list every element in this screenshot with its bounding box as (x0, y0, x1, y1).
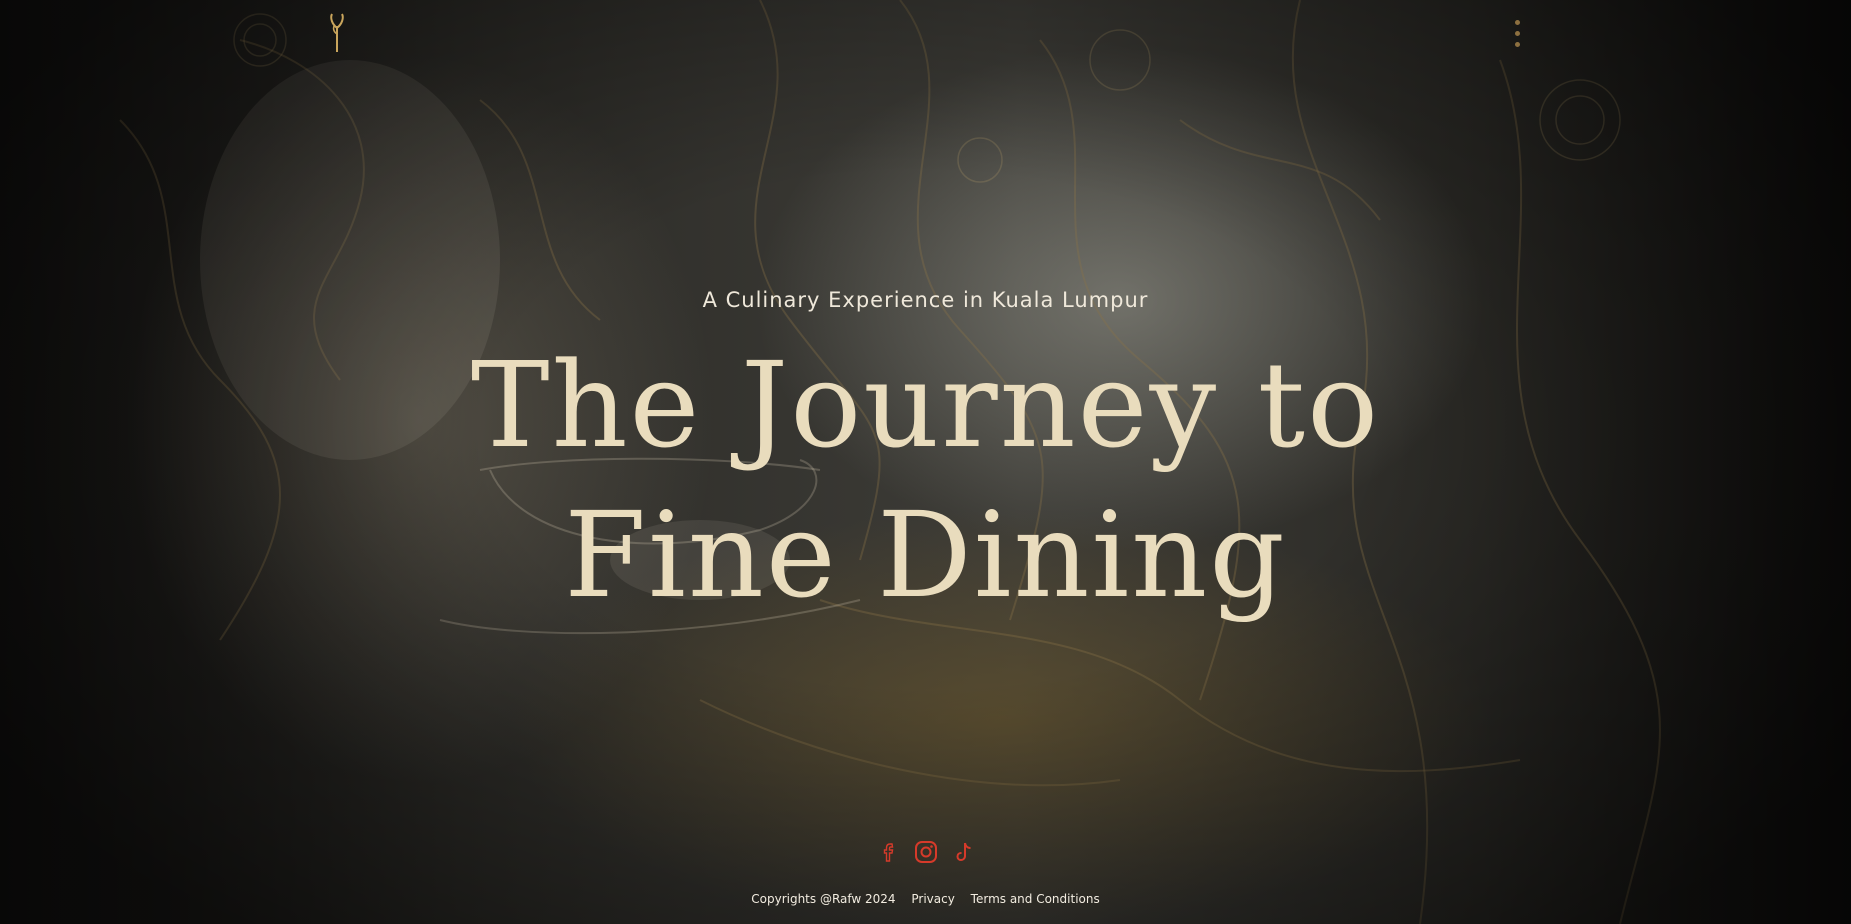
menu-dot (1515, 20, 1520, 25)
menu-dot (1515, 31, 1520, 36)
hero-headline-line-2: Fine Dining (564, 486, 1287, 624)
landing-page: A Culinary Experience in Kuala Lumpur Th… (0, 0, 1851, 924)
tiktok-icon[interactable] (950, 838, 978, 866)
vertical-dots-menu-icon[interactable] (1505, 16, 1529, 52)
menu-dot (1515, 42, 1520, 47)
copyright-text: Copyrights @Rafw 2024 (751, 892, 896, 906)
terms-link[interactable]: Terms and Conditions (971, 892, 1100, 906)
hero-headline: The Journey to Fine Dining (0, 330, 1851, 630)
hero-headline-line-1: The Journey to (470, 336, 1381, 474)
sprout-logo-icon[interactable] (326, 12, 348, 54)
facebook-icon[interactable] (876, 838, 904, 866)
privacy-link[interactable]: Privacy (911, 892, 954, 906)
social-links (870, 838, 980, 868)
hero-subtitle: A Culinary Experience in Kuala Lumpur (702, 288, 1149, 312)
instagram-icon[interactable] (912, 838, 940, 866)
footer: Copyrights @Rafw 2024 Privacy Terms and … (0, 892, 1851, 906)
